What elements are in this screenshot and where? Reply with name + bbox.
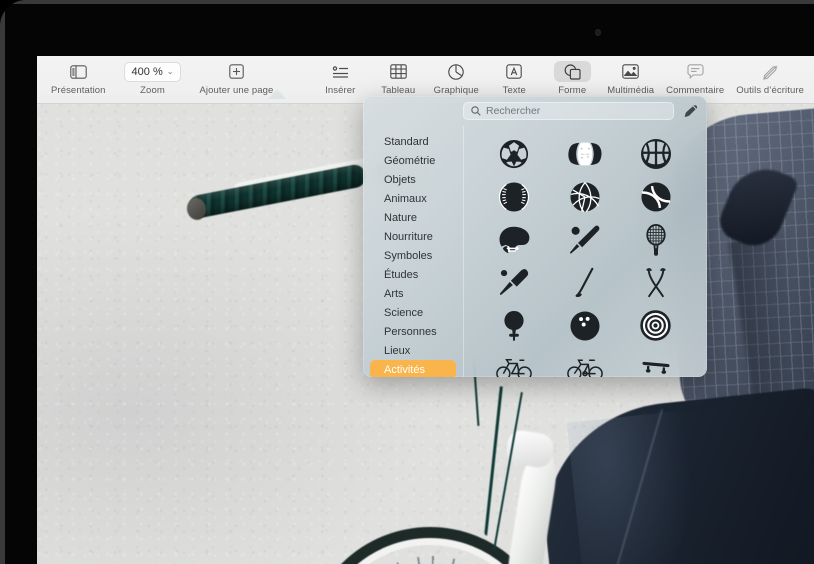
category-label: Science [384,306,424,319]
toolbar-label-shape: Forme [558,85,587,96]
shape-grid[interactable] [463,126,707,377]
category-item-geometrie[interactable]: Géométrie [370,151,456,170]
text-box-icon [506,61,522,82]
toolbar-button-chart[interactable]: Graphique [433,56,479,96]
toolbar-label-comment: Commentaire [666,85,725,96]
pen-icon[interactable] [683,104,697,118]
category-item-activites[interactable]: Activités [370,360,456,377]
screen-content: Présentation 400 % ⌄ Zoom Ajouter une pa… [37,56,814,564]
toolbar-button-text[interactable]: Texte [491,56,537,96]
american-football-shape[interactable] [568,142,602,166]
category-label: Géométrie [384,154,436,167]
category-item-arts[interactable]: Arts [370,284,456,303]
volleyball-shape[interactable] [570,181,600,212]
category-item-objets[interactable]: Objets [370,170,456,189]
toolbar-button-media[interactable]: Multimédia [607,56,654,96]
category-label: Nourriture [384,230,433,243]
search-input[interactable]: Rechercher [463,102,674,120]
bezel-top-edge [0,0,814,4]
hockey-stick-shape[interactable] [574,267,596,299]
laptop-frame: Présentation 400 % ⌄ Zoom Ajouter une pa… [0,0,814,564]
toolbar-label-media: Multimédia [607,85,655,96]
shapes-icon [553,61,591,82]
popover-body: Standard Géométrie Objets Animaux Nature… [363,126,707,377]
toolbar-label-insert: Insérer [325,85,356,96]
toolbar-button-table[interactable]: Tableau [375,56,421,96]
category-label: Nature [384,211,418,224]
skateboard-shape[interactable] [639,360,673,378]
toolbar-button-writing-tools[interactable]: Outils d’écriture [736,56,804,96]
toolbar-button-insert[interactable]: Insérer [317,56,363,96]
toolbar-zoom-control[interactable]: 400 % ⌄ Zoom [123,56,182,96]
writing-tools-icon [762,61,779,82]
category-label: Lieux [384,344,411,357]
toolbar-label-chart: Graphique [433,85,479,96]
toolbar-button-comment[interactable]: Commentaire [666,56,724,96]
chevron-down-icon: ⌄ [166,67,174,76]
toolbar-label-writing-tools: Outils d’écriture [736,85,804,96]
baseball-bat-and-ball-shape[interactable] [569,225,601,255]
category-label: Symboles [384,249,433,262]
category-item-animaux[interactable]: Animaux [370,189,456,208]
chart-icon [448,61,465,82]
category-item-standard[interactable]: Standard [370,132,456,151]
zoom-value-pill[interactable]: 400 % ⌄ [123,61,182,82]
category-item-symboles[interactable]: Symboles [370,246,456,265]
table-tennis-paddle-shape[interactable] [501,310,527,342]
bezel-left-edge [0,0,5,564]
toolbar-button-presentation[interactable]: Présentation [51,56,106,96]
search-placeholder: Rechercher [486,105,541,117]
toolbar-button-shape[interactable]: Forme [549,56,595,96]
tennis-racket-shape[interactable] [643,223,669,256]
bicycle-shape[interactable] [496,357,533,377]
toolbar-label-text: Texte [502,85,526,96]
add-page-icon [229,61,244,82]
category-item-etudes[interactable]: Études [370,265,456,284]
table-icon [389,61,407,82]
shapes-popover[interactable]: Rechercher Standard Géométrie Objets Ani… [363,96,707,377]
tennis-ball-shape[interactable] [641,181,671,212]
webcam-icon [595,29,601,36]
insert-icon [332,61,349,82]
toolbar-button-add-page[interactable]: Ajouter une page [199,56,273,96]
basketball-shape[interactable] [640,138,671,169]
cricket-bat-and-ball-shape[interactable] [498,268,530,298]
category-label: Objets [384,173,416,186]
football-helmet-shape[interactable] [498,226,530,254]
bicycle-alt-shape[interactable] [567,357,603,377]
category-label: Standard [384,135,429,148]
zoom-value: 400 % [131,65,163,78]
category-item-lieux[interactable]: Lieux [370,341,456,360]
category-label: Activités [384,363,425,376]
category-item-science[interactable]: Science [370,303,456,322]
category-list[interactable]: Standard Géométrie Objets Animaux Nature… [363,126,463,377]
search-icon [471,106,481,116]
sidebar-view-icon [70,61,87,82]
toolbar-label-presentation: Présentation [51,85,106,96]
category-label: Études [384,268,419,281]
popover-header: Rechercher [363,96,707,126]
skis-shape[interactable] [645,267,667,299]
category-item-nature[interactable]: Nature [370,208,456,227]
toolbar-label-zoom: Zoom [140,85,165,96]
media-icon [622,61,639,82]
category-label: Arts [384,287,404,300]
toolbar-label-add-page: Ajouter une page [199,85,274,96]
category-item-personnes[interactable]: Personnes [370,322,456,341]
soccer-ball-shape[interactable] [499,139,529,169]
comment-icon [687,61,704,82]
baseball-shape[interactable] [499,181,530,212]
category-label: Animaux [384,192,427,205]
dartboard-target-shape[interactable] [640,310,671,341]
bowling-ball-shape[interactable] [570,310,600,341]
category-item-nourriture[interactable]: Nourriture [370,227,456,246]
category-label: Personnes [384,325,437,338]
toolbar-label-table: Tableau [381,85,416,96]
